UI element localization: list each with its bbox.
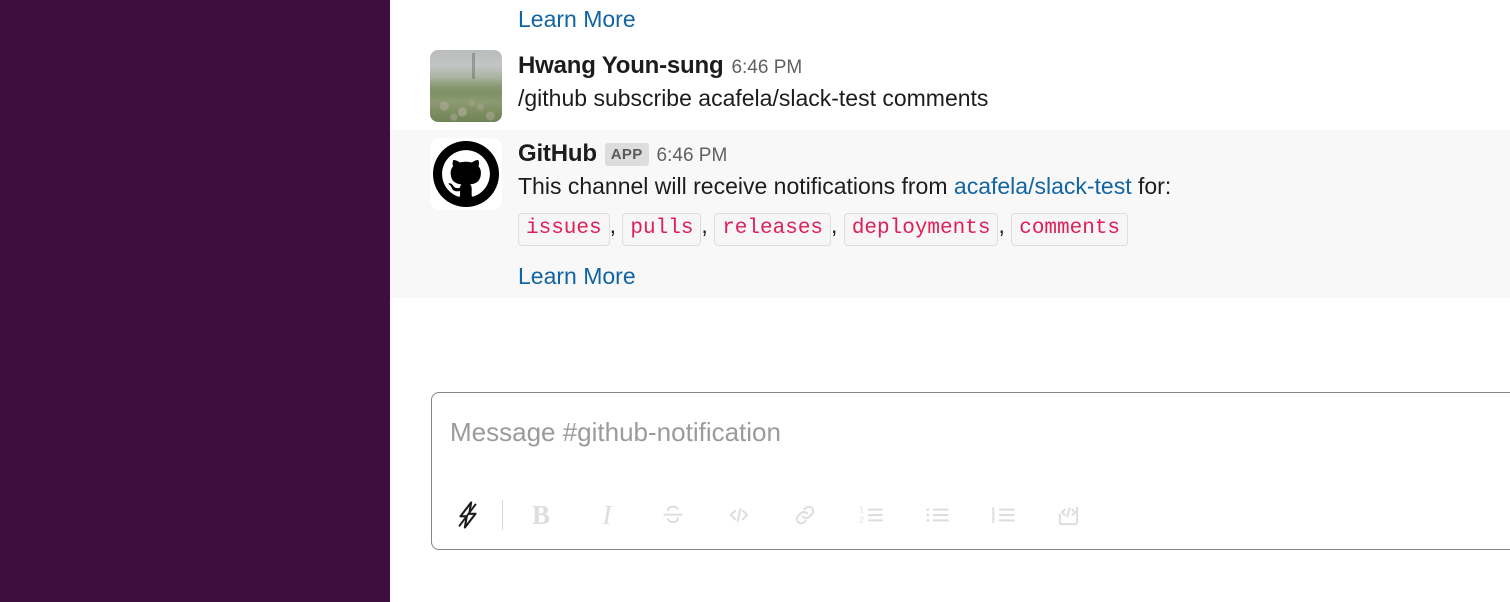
event-chip: issues — [518, 213, 610, 246]
event-chip: pulls — [622, 213, 702, 246]
app-badge: APP — [604, 143, 649, 166]
event-chip: comments — [1011, 213, 1129, 246]
event-chip: deployments — [843, 213, 999, 246]
message-text: This channel will receive notifications … — [518, 170, 1490, 202]
bold-icon[interactable]: B — [519, 493, 563, 537]
svg-text:1: 1 — [859, 504, 864, 514]
formatting-toolbar: B I 1 2 — [446, 493, 1091, 537]
github-logo-avatar — [430, 138, 502, 210]
repository-link[interactable]: acafela/slack-test — [954, 173, 1132, 199]
message-composer: B I — [431, 392, 1510, 550]
channel-main-area: Learn More Hwang Youn-sung 6:46 PM /gith… — [390, 0, 1510, 602]
shortcuts-lightning-icon[interactable] — [446, 493, 490, 537]
chip-separator: , — [609, 212, 623, 238]
learn-more-link-previous[interactable]: Learn More — [518, 6, 636, 32]
user-photo-avatar — [430, 50, 502, 122]
blockquote-icon[interactable] — [981, 493, 1025, 537]
toolbar-divider — [502, 500, 503, 530]
message-timestamp[interactable]: 6:46 PM — [657, 145, 728, 167]
chip-separator: , — [998, 212, 1012, 238]
slack-window: Learn More Hwang Youn-sung 6:46 PM /gith… — [0, 0, 1510, 602]
message-timestamp[interactable]: 6:46 PM — [731, 57, 802, 79]
message-text-before: This channel will receive notifications … — [518, 173, 954, 199]
strikethrough-icon[interactable] — [651, 493, 695, 537]
learn-more-link[interactable]: Learn More — [518, 262, 636, 290]
code-icon[interactable] — [717, 493, 761, 537]
message-text: /github subscribe acafela/slack-test com… — [518, 85, 989, 111]
ordered-list-icon[interactable]: 1 2 — [849, 493, 893, 537]
sidebar — [0, 0, 390, 602]
message-user: Hwang Youn-sung 6:46 PM /github subscrib… — [390, 42, 1510, 130]
message-text-after: for: — [1131, 173, 1172, 199]
message-list[interactable]: Learn More Hwang Youn-sung 6:46 PM /gith… — [390, 0, 1510, 356]
bulleted-list-icon[interactable] — [915, 493, 959, 537]
link-icon[interactable] — [783, 493, 827, 537]
code-block-icon[interactable] — [1047, 493, 1091, 537]
chip-separator: , — [831, 212, 844, 238]
message-app-github: GitHub APP 6:46 PM This channel will rec… — [390, 130, 1510, 298]
chip-separator: , — [701, 212, 715, 238]
list-item: Learn More — [390, 0, 1510, 42]
message-input[interactable] — [450, 415, 1510, 449]
event-chip: releases — [714, 213, 832, 246]
svg-text:2: 2 — [859, 515, 864, 525]
avatar[interactable] — [430, 138, 502, 210]
message-author[interactable]: Hwang Youn-sung — [518, 52, 724, 80]
subscription-event-chips: issues, pulls, releases, deployments, co… — [518, 208, 1490, 246]
italic-icon[interactable]: I — [585, 493, 629, 537]
avatar[interactable] — [430, 50, 502, 122]
message-author[interactable]: GitHub — [518, 140, 597, 168]
